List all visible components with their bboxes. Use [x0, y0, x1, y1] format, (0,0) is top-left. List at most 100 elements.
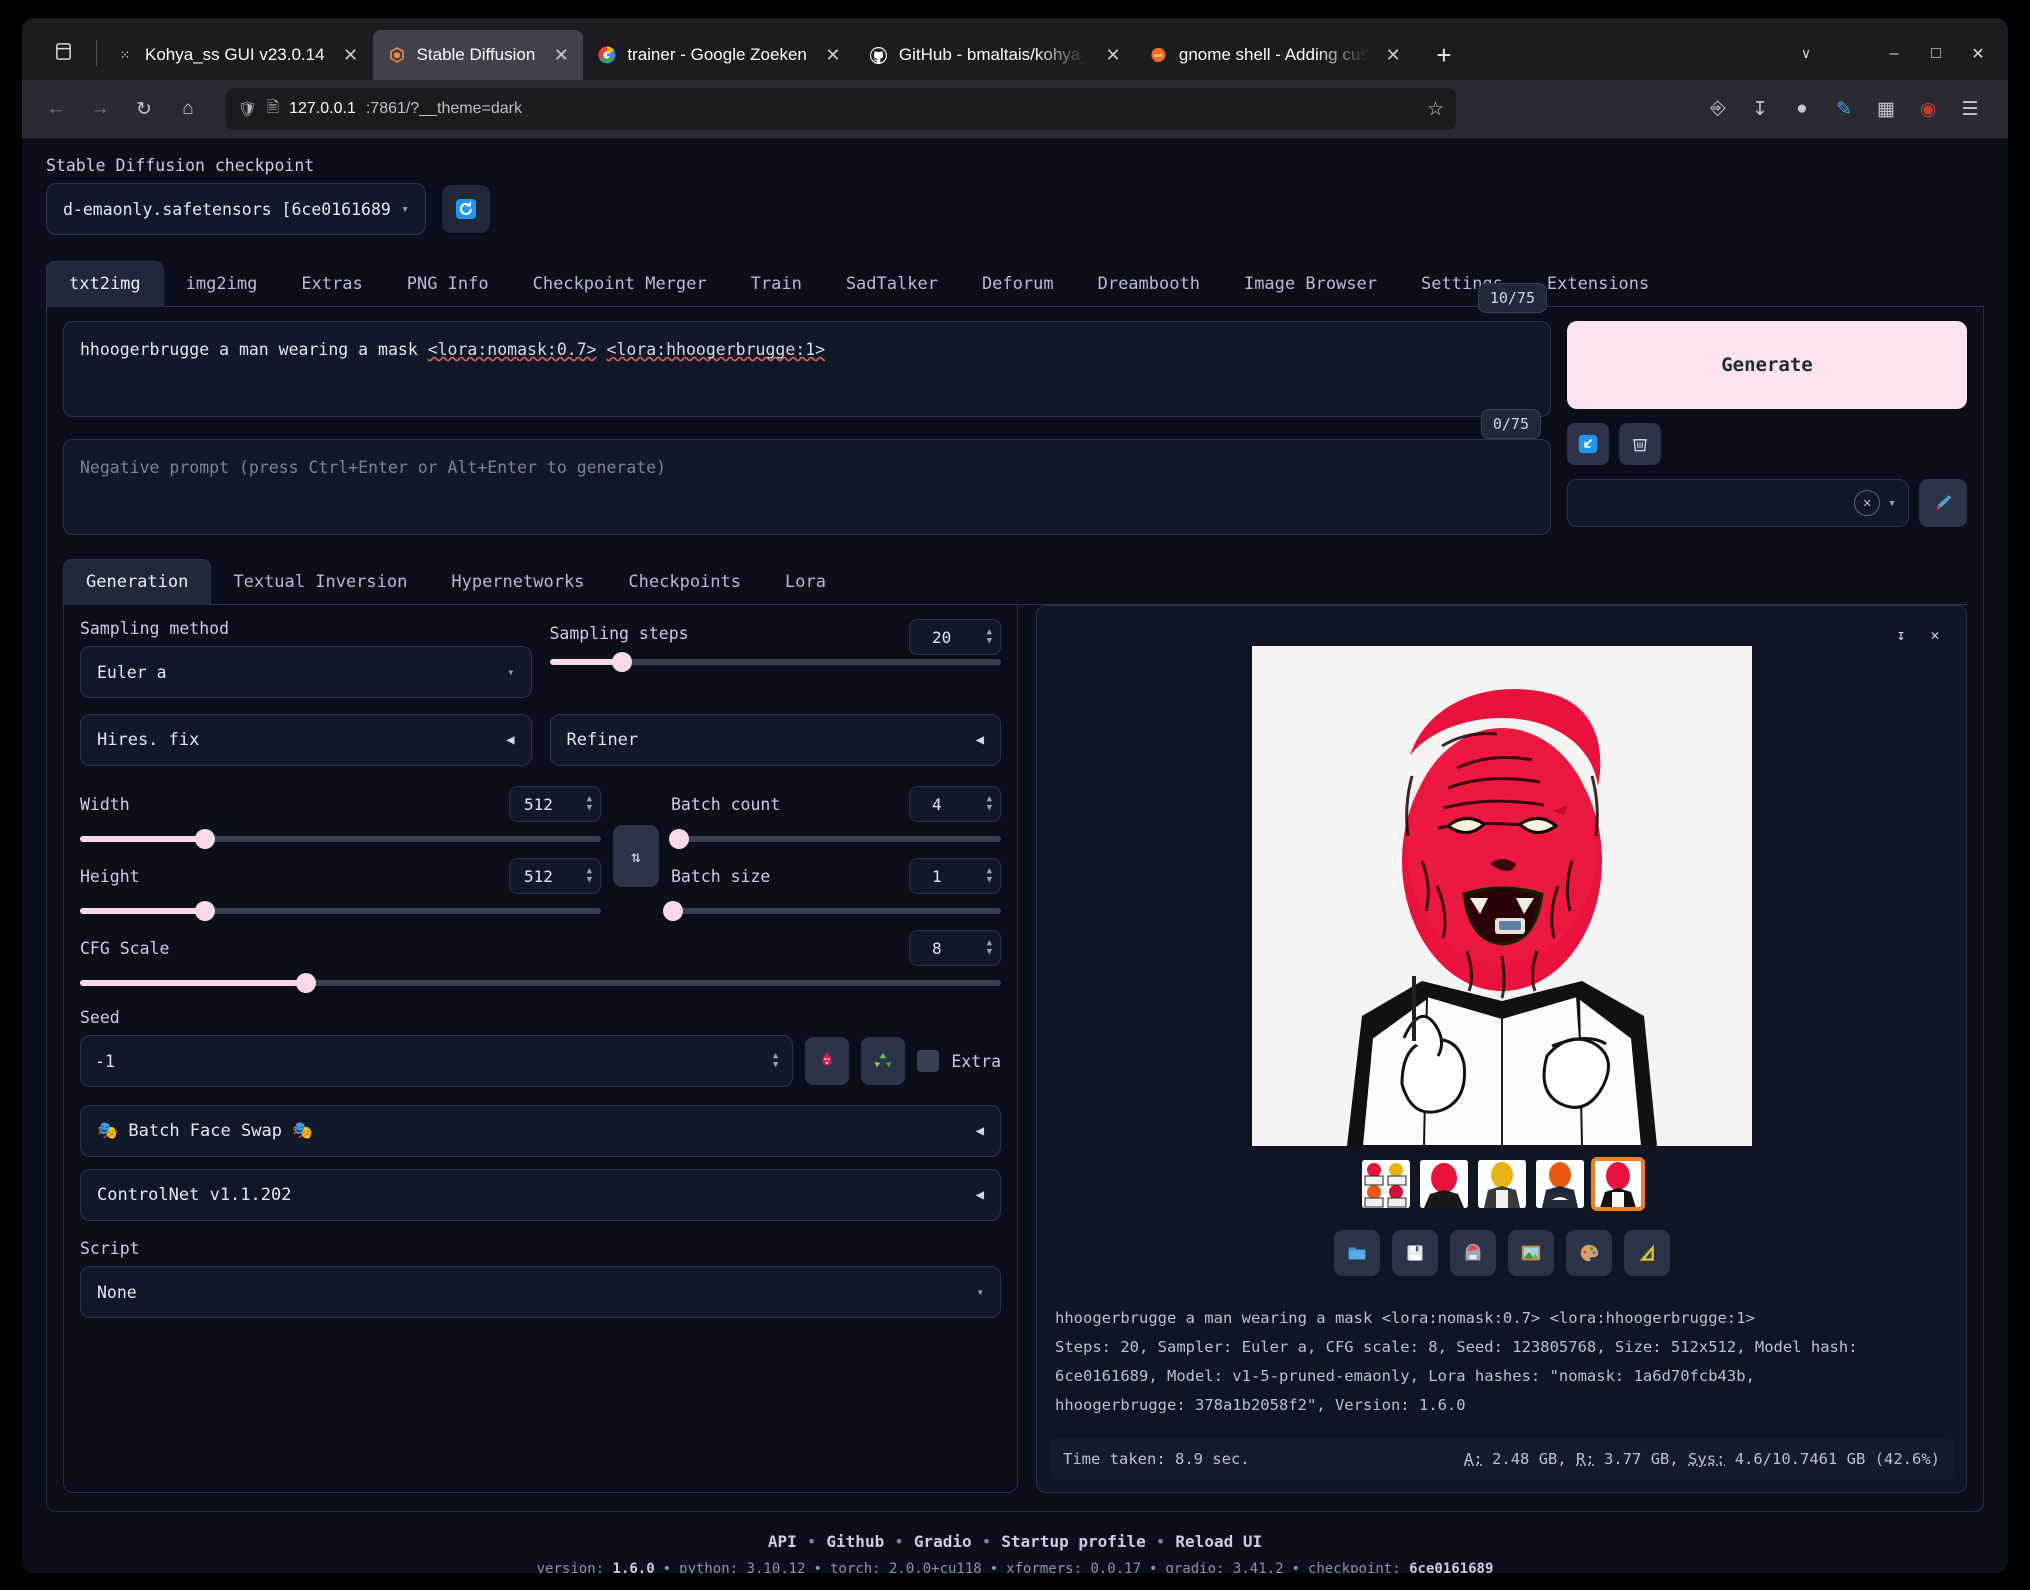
- browser-tab-stable-diffusion[interactable]: Stable Diffusion ✕: [372, 30, 584, 80]
- send-to-img2img-icon[interactable]: [1507, 1230, 1554, 1276]
- tab-textual-inversion[interactable]: Textual Inversion: [211, 560, 429, 604]
- home-button[interactable]: ⌂: [168, 89, 208, 129]
- forward-button[interactable]: →: [80, 89, 120, 129]
- browser-tab-askubuntu[interactable]: ask gnome shell - Adding cust ✕: [1135, 30, 1415, 80]
- generated-image[interactable]: [1251, 646, 1752, 1146]
- tab-txt2img[interactable]: txt2img: [46, 261, 164, 307]
- footer-link-startup-profile[interactable]: Startup profile: [1001, 1532, 1146, 1551]
- folder-icon[interactable]: [1333, 1230, 1380, 1276]
- tab-deforum[interactable]: Deforum: [960, 262, 1076, 306]
- color-picker-icon[interactable]: ✎: [1824, 89, 1864, 129]
- slider-knob[interactable]: [669, 829, 690, 849]
- image-4-thumbnail[interactable]: [1590, 1157, 1645, 1211]
- seed-input[interactable]: -1 ▲ ▼: [80, 1035, 794, 1087]
- refiner-accordion[interactable]: Refiner ◀: [549, 702, 1001, 766]
- tab-png-info[interactable]: PNG Info: [385, 262, 511, 306]
- script-select[interactable]: None ▾: [80, 1266, 1001, 1318]
- save-zip-icon[interactable]: [1449, 1230, 1496, 1276]
- grid-thumbnail[interactable]: [1361, 1160, 1410, 1208]
- tab-lora[interactable]: Lora: [763, 560, 848, 604]
- dice-random-icon[interactable]: [805, 1037, 850, 1085]
- tab-close-button[interactable]: ✕: [1382, 43, 1405, 67]
- slider-knob[interactable]: [611, 652, 632, 672]
- sampling-method-select[interactable]: Euler a ▾: [80, 646, 532, 698]
- batch-count-slider[interactable]: [669, 829, 1001, 849]
- stepper-icon[interactable]: ▲ ▼: [987, 795, 992, 813]
- reload-button[interactable]: ↻: [124, 89, 164, 129]
- window-close-button[interactable]: ✕: [1958, 36, 1998, 72]
- cfg-scale-slider[interactable]: [80, 973, 1001, 993]
- ublock-icon[interactable]: ◉: [1908, 89, 1948, 129]
- stepper-icon[interactable]: ▲ ▼: [987, 867, 992, 885]
- bookmark-star-icon[interactable]: ☆: [1427, 98, 1444, 121]
- footer-link-reload-ui[interactable]: Reload UI: [1175, 1532, 1262, 1551]
- height-slider[interactable]: [80, 901, 601, 921]
- browser-tab-github[interactable]: GitHub - bmaltais/kohya_ ✕: [855, 30, 1135, 80]
- stepper-icon[interactable]: ▲ ▼: [987, 628, 992, 646]
- chevron-down-icon[interactable]: ▾: [1888, 496, 1896, 511]
- stepper-icon[interactable]: ▲ ▼: [587, 795, 592, 813]
- cfg-scale-number[interactable]: 8 ▲ ▼: [909, 930, 1001, 966]
- negative-prompt-input[interactable]: Negative prompt (press Ctrl+Enter or Alt…: [63, 439, 1551, 535]
- tab-close-button[interactable]: ✕: [821, 43, 845, 67]
- address-bar[interactable]: 🛡 🖹 127.0.0.1:7861/?__theme=dark ☆: [226, 88, 1456, 130]
- extra-checkbox[interactable]: [917, 1050, 940, 1072]
- account-icon[interactable]: ●: [1782, 89, 1822, 129]
- downloads-icon[interactable]: ↧: [1740, 89, 1780, 129]
- stepper-icon[interactable]: ▲ ▼: [987, 939, 992, 957]
- width-slider[interactable]: [80, 829, 601, 849]
- tab-close-button[interactable]: ✕: [1101, 43, 1125, 67]
- footer-link-gradio[interactable]: Gradio: [914, 1532, 972, 1551]
- trash-icon[interactable]: [1619, 423, 1661, 465]
- tab-dreambooth[interactable]: Dreambooth: [1076, 262, 1222, 306]
- tab-extras[interactable]: Extras: [279, 262, 384, 306]
- stepper-icon[interactable]: ▲ ▼: [587, 867, 592, 885]
- paste-arrow-icon[interactable]: [1567, 423, 1609, 465]
- tab-img2img[interactable]: img2img: [164, 262, 280, 306]
- styles-select[interactable]: ✕ ▾: [1567, 479, 1909, 527]
- batch-size-slider[interactable]: [662, 901, 1001, 921]
- controlnet-accordion[interactable]: ControlNet v1.1.202 ◀: [80, 1169, 1001, 1221]
- refresh-icon[interactable]: [442, 185, 490, 233]
- image-1-thumbnail[interactable]: [1419, 1160, 1468, 1208]
- tab-train[interactable]: Train: [729, 262, 824, 306]
- download-icon[interactable]: ↧: [1888, 622, 1914, 648]
- tab-checkpoints[interactable]: Checkpoints: [606, 560, 763, 604]
- slider-knob[interactable]: [662, 901, 683, 921]
- save-icon[interactable]: [1391, 1230, 1438, 1276]
- tab-hypernetworks[interactable]: Hypernetworks: [429, 560, 606, 604]
- extensions-icon[interactable]: ▦: [1866, 89, 1906, 129]
- browser-tab-kohya[interactable]: ⁙ Kohya_ss GUI v23.0.14 ✕: [101, 30, 373, 80]
- page-info-icon[interactable]: 🖹: [267, 97, 279, 122]
- tab-checkpoint-merger[interactable]: Checkpoint Merger: [511, 262, 729, 306]
- generate-button[interactable]: Generate: [1567, 321, 1967, 409]
- sampling-steps-slider[interactable]: [549, 652, 1001, 672]
- tab-close-button[interactable]: ✕: [339, 43, 363, 67]
- window-minimize-button[interactable]: –: [1874, 36, 1914, 72]
- batch-face-swap-accordion[interactable]: 🎭 Batch Face Swap 🎭 ◀: [80, 1105, 1001, 1157]
- back-button[interactable]: ←: [36, 89, 76, 129]
- clear-styles-icon[interactable]: ✕: [1854, 490, 1881, 516]
- batch-size-number[interactable]: 1 ▲ ▼: [909, 858, 1001, 894]
- tab-generation[interactable]: Generation: [63, 559, 212, 605]
- tab-sadtalker[interactable]: SadTalker: [824, 262, 960, 306]
- recycle-icon[interactable]: [861, 1037, 906, 1085]
- menu-icon[interactable]: ☰: [1950, 89, 1990, 129]
- tab-image-browser[interactable]: Image Browser: [1222, 262, 1399, 306]
- firefox-view-button[interactable]: [40, 28, 86, 74]
- new-tab-button[interactable]: +: [1425, 36, 1463, 74]
- sampling-steps-number[interactable]: 20 ▲ ▼: [909, 619, 1001, 655]
- slider-knob[interactable]: [195, 829, 216, 849]
- browser-tab-google[interactable]: trainer - Google Zoeken ✕: [583, 30, 855, 80]
- batch-count-number[interactable]: 4 ▲ ▼: [909, 786, 1001, 822]
- send-to-extras-icon[interactable]: [1623, 1230, 1670, 1276]
- checkpoint-select[interactable]: d-emaonly.safetensors [6ce0161689 ▾: [46, 183, 426, 235]
- send-to-inpaint-icon[interactable]: [1565, 1230, 1612, 1276]
- shield-icon[interactable]: 🛡: [238, 100, 257, 118]
- stepper-icon[interactable]: ▲ ▼: [773, 1052, 778, 1070]
- window-maximize-button[interactable]: □: [1916, 36, 1956, 72]
- footer-link-api[interactable]: API: [768, 1532, 797, 1551]
- slider-knob[interactable]: [295, 973, 316, 993]
- footer-link-github[interactable]: Github: [826, 1532, 884, 1551]
- width-number[interactable]: 512 ▲ ▼: [509, 786, 601, 822]
